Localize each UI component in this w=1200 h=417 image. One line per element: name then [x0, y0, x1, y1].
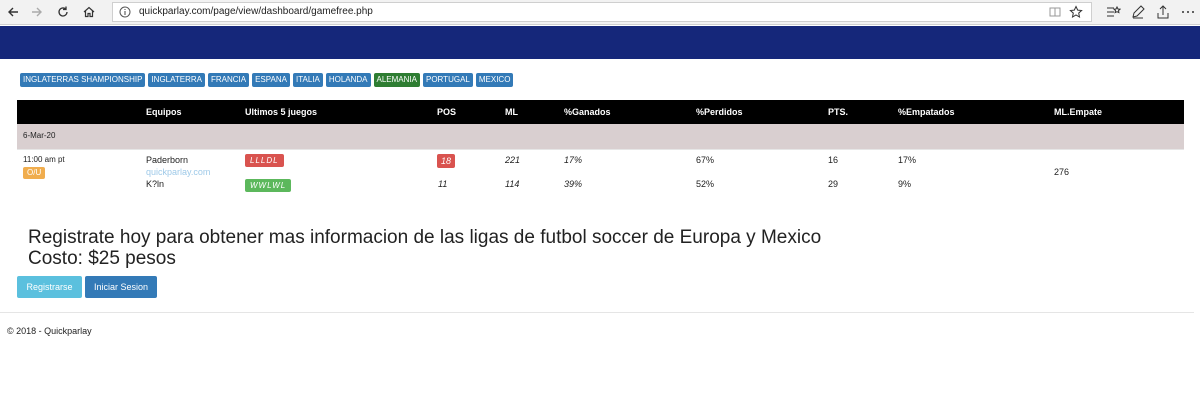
home-last5: LLLDL	[245, 154, 284, 167]
header-ultimos: Ultimos 5 juegos	[245, 107, 318, 117]
games-table: Equipos Ultimos 5 juegos POS ML %Ganados…	[17, 100, 1184, 199]
league-button-holanda[interactable]: HOLANDA	[325, 73, 371, 87]
header-ganados: %Ganados	[564, 107, 611, 117]
header-ml-empate: ML.Empate	[1054, 107, 1103, 117]
footer-copyright: © 2018 - Quickparlay	[7, 326, 92, 336]
league-buttons: INGLATERRAS SHAMPIONSHIP INGLATERRA FRAN…	[20, 73, 514, 87]
table-row: 11:00 am pt O/U Paderborn quickparlay.co…	[17, 149, 1184, 199]
league-button-italia[interactable]: ITALIA	[292, 73, 323, 87]
away-perdidos: 52%	[696, 179, 715, 189]
back-button[interactable]	[2, 2, 24, 22]
header-ml: ML	[505, 107, 518, 117]
info-icon[interactable]	[119, 6, 131, 18]
game-time: 11:00 am pt	[23, 155, 65, 164]
league-button-espana[interactable]: ESPANA	[252, 73, 290, 87]
home-pos: 18	[437, 154, 456, 168]
away-last5: WWLWL	[245, 179, 292, 192]
favorites-list-icon[interactable]	[1105, 4, 1121, 20]
away-team: K?ln	[146, 179, 165, 189]
home-team: Paderborn	[146, 155, 189, 165]
header-pts: PTS.	[828, 107, 849, 117]
home-perdidos: 67%	[696, 155, 715, 165]
home-button[interactable]	[78, 2, 100, 22]
league-button-alemania[interactable]: ALEMANIA	[373, 73, 420, 87]
home-empatados: 17%	[898, 155, 917, 165]
refresh-button[interactable]	[52, 2, 74, 22]
refresh-icon	[58, 6, 68, 17]
more-icon[interactable]	[1180, 4, 1196, 20]
login-button[interactable]: Iniciar Sesion	[85, 276, 157, 298]
watermark-text: quickparlay.com	[146, 167, 211, 177]
cta-price: Costo: $25 pesos	[28, 248, 176, 269]
ml-empate-value: 276	[1054, 167, 1070, 177]
home-ganados: 17%	[564, 155, 583, 165]
favorite-star-icon[interactable]	[1069, 5, 1083, 19]
table-header: Equipos Ultimos 5 juegos POS ML %Ganados…	[17, 100, 1184, 124]
game-date: 6-Mar-20	[23, 131, 56, 140]
home-pts: 16	[828, 155, 839, 165]
site-header-bar	[0, 26, 1200, 59]
ou-badge[interactable]: O/U	[23, 167, 46, 179]
league-button-inglaterra[interactable]: INGLATERRA	[148, 73, 205, 87]
date-row: 6-Mar-20	[17, 124, 1184, 149]
header-empatados: %Empatados	[898, 107, 955, 117]
away-empatados: 9%	[898, 179, 912, 189]
home-icon	[83, 6, 95, 18]
away-ml: 114	[505, 179, 520, 189]
url-text[interactable]: quickparlay.com/page/view/dashboard/game…	[139, 6, 373, 17]
away-ganados: 39%	[564, 179, 583, 189]
share-icon[interactable]	[1155, 4, 1171, 20]
arrow-left-icon	[8, 7, 18, 17]
browser-toolbar: quickparlay.com/page/view/dashboard/game…	[0, 0, 1200, 25]
forward-button[interactable]	[26, 2, 48, 22]
league-button-inglaterras-shampionship[interactable]: INGLATERRAS SHAMPIONSHIP	[20, 73, 146, 87]
pen-icon[interactable]	[1130, 4, 1146, 20]
cta-headline: Registrate hoy para obtener mas informac…	[28, 227, 822, 248]
home-ml: 221	[505, 155, 521, 165]
league-button-mexico[interactable]: MEXICO	[475, 73, 514, 87]
reading-view-icon[interactable]	[1049, 6, 1061, 18]
header-pos: POS	[437, 107, 457, 117]
header-perdidos: %Perdidos	[696, 107, 743, 117]
register-button[interactable]: Registrarse	[17, 276, 82, 298]
arrow-right-icon	[32, 7, 42, 17]
address-bar[interactable]: quickparlay.com/page/view/dashboard/game…	[112, 2, 1092, 22]
away-pos: 11	[438, 179, 448, 189]
away-pts: 29	[828, 179, 839, 189]
league-button-francia[interactable]: FRANCIA	[207, 73, 250, 87]
league-button-portugal[interactable]: PORTUGAL	[422, 73, 473, 87]
header-equipos: Equipos	[146, 107, 182, 117]
footer-divider	[0, 312, 1194, 313]
